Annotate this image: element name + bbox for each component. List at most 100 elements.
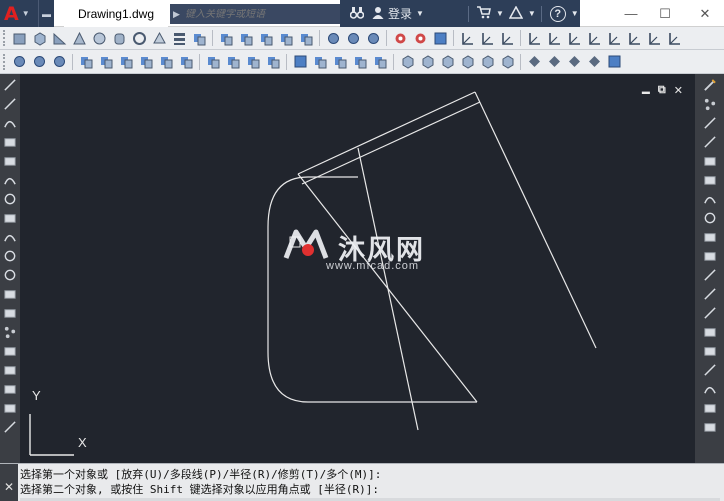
insert-block-icon[interactable] <box>2 286 18 302</box>
cube-icon[interactable] <box>31 30 47 46</box>
help-button[interactable]: ? <box>549 5 566 22</box>
ellipse-icon[interactable] <box>2 248 18 264</box>
user-icon[interactable] <box>372 6 384 22</box>
visual-style-3-icon[interactable] <box>51 54 67 70</box>
ellipse-arc-icon[interactable] <box>2 267 18 283</box>
scale-icon[interactable] <box>702 229 718 245</box>
login-link[interactable]: 登录 <box>388 5 412 22</box>
polysolid-icon[interactable] <box>171 30 187 46</box>
view-5-icon[interactable] <box>479 54 495 70</box>
ucs-previous-icon[interactable] <box>499 30 515 46</box>
binoculars-icon[interactable] <box>349 6 365 22</box>
rectangle-icon[interactable] <box>2 153 18 169</box>
drawing-canvas[interactable]: ▬ ⧉ ✕ Y X 沐风网 www.mfcad.com <box>20 74 695 463</box>
view-right-icon[interactable] <box>586 30 602 46</box>
view-front-icon[interactable] <box>606 30 622 46</box>
application-menu-button[interactable]: A ▼ <box>0 0 38 27</box>
continuous-orbit-icon[interactable] <box>365 30 381 46</box>
move-icon[interactable] <box>702 191 718 207</box>
search-bar[interactable]: ▶ <box>170 4 340 24</box>
cylinder-icon[interactable] <box>111 30 127 46</box>
union-icon[interactable] <box>218 30 234 46</box>
view-3-icon[interactable] <box>439 54 455 70</box>
free-orbit-icon[interactable] <box>345 30 361 46</box>
construction-line-icon[interactable] <box>2 96 18 112</box>
spline-icon[interactable] <box>2 229 18 245</box>
quick-access-dropdown[interactable]: ▬ <box>38 0 54 27</box>
subtract-icon[interactable] <box>238 30 254 46</box>
array-icon[interactable] <box>702 172 718 188</box>
rotate-icon[interactable] <box>118 54 134 70</box>
light-icon[interactable] <box>412 30 428 46</box>
view-back-icon[interactable] <box>626 30 642 46</box>
box-icon[interactable] <box>11 30 27 46</box>
style-2-icon[interactable] <box>546 54 562 70</box>
circle-icon[interactable] <box>2 191 18 207</box>
search-input[interactable] <box>185 8 335 20</box>
document-tab[interactable]: Drawing1.dwg <box>64 0 168 27</box>
table-icon[interactable] <box>2 400 18 416</box>
view-left-icon[interactable] <box>566 30 582 46</box>
ucs-world-icon[interactable] <box>479 30 495 46</box>
orbit-icon[interactable] <box>325 30 341 46</box>
view-bottom-icon[interactable] <box>546 30 562 46</box>
mirror-icon[interactable] <box>178 54 194 70</box>
slice-icon[interactable] <box>298 30 314 46</box>
mirror-icon[interactable] <box>702 134 718 150</box>
toolbar-grip[interactable] <box>3 53 6 70</box>
layer-iso-icon[interactable] <box>332 54 348 70</box>
gradient-icon[interactable] <box>2 362 18 378</box>
autodesk-a360-icon[interactable] <box>508 4 524 22</box>
extrude-icon[interactable] <box>191 30 207 46</box>
view-sw-icon[interactable] <box>646 30 662 46</box>
extend-icon[interactable] <box>265 54 281 70</box>
extend-icon[interactable] <box>702 286 718 302</box>
maximize-button[interactable]: ☐ <box>648 0 682 27</box>
close-button[interactable]: ✕ <box>688 0 722 27</box>
wedge-icon[interactable] <box>51 30 67 46</box>
mtext-icon[interactable] <box>2 419 18 435</box>
chevron-down-icon[interactable]: ▼ <box>571 9 579 18</box>
pyramid-icon[interactable] <box>151 30 167 46</box>
stretch-icon[interactable] <box>158 54 174 70</box>
offset-icon[interactable] <box>225 54 241 70</box>
cart-icon[interactable] <box>476 5 491 22</box>
polygon-icon[interactable] <box>2 134 18 150</box>
visual-style-2-icon[interactable] <box>31 54 47 70</box>
view-2-icon[interactable] <box>419 54 435 70</box>
view-4-icon[interactable] <box>459 54 475 70</box>
join-icon[interactable] <box>702 343 718 359</box>
arc-icon[interactable] <box>2 172 18 188</box>
ucs-icon[interactable] <box>459 30 475 46</box>
scale-icon[interactable] <box>138 54 154 70</box>
stretch-icon[interactable] <box>702 248 718 264</box>
sphere-icon[interactable] <box>91 30 107 46</box>
region-icon[interactable] <box>2 381 18 397</box>
break-at-point-icon[interactable] <box>702 305 718 321</box>
polyline-icon[interactable] <box>2 115 18 131</box>
layer-off-icon[interactable] <box>352 54 368 70</box>
revision-cloud-icon[interactable] <box>2 210 18 226</box>
intersect-icon[interactable] <box>258 30 274 46</box>
minimize-button[interactable]: — <box>614 0 648 27</box>
chamfer-icon[interactable] <box>702 362 718 378</box>
viewport-close-button[interactable]: ✕ <box>674 84 683 97</box>
chevron-down-icon[interactable]: ▼ <box>528 9 536 18</box>
camera-icon[interactable] <box>392 30 408 46</box>
rotate-icon[interactable] <box>702 210 718 226</box>
style-3-icon[interactable] <box>566 54 582 70</box>
point-icon[interactable] <box>2 324 18 340</box>
erase-icon[interactable] <box>702 96 718 112</box>
line-icon[interactable] <box>2 77 18 93</box>
pen-icon[interactable] <box>702 77 718 93</box>
hatch-icon[interactable] <box>2 343 18 359</box>
view-6-icon[interactable] <box>499 54 515 70</box>
torus-icon[interactable] <box>131 30 147 46</box>
layer-icon[interactable] <box>292 54 308 70</box>
make-block-icon[interactable] <box>2 305 18 321</box>
viewport-restore-button[interactable]: ⧉ <box>658 84 666 97</box>
offset-icon[interactable] <box>702 153 718 169</box>
toolbar-grip[interactable] <box>3 30 6 46</box>
explode-icon[interactable] <box>702 419 718 435</box>
command-line-close-button[interactable]: ✕ <box>0 464 18 501</box>
